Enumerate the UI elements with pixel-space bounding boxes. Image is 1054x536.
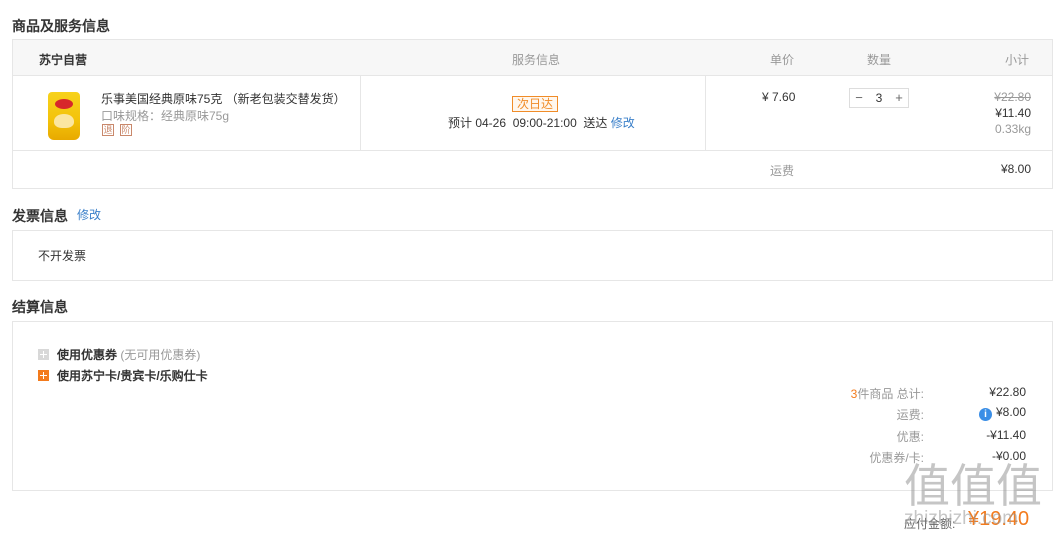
item-weight: 0.33kg	[994, 122, 1031, 136]
table-row: 乐事美国经典原味75克 （新老包装交替发货） 口味规格：经典原味75g 退 阶 …	[13, 76, 1052, 151]
use-card-option[interactable]: 使用苏宁卡/贵宾卡/乐购仕卡	[38, 367, 208, 384]
settle-freight-value: ¥8.00	[995, 405, 1026, 419]
header-quantity: 数量	[867, 53, 892, 67]
goods-table-header: 苏宁自营 服务信息 单价 数量 小计	[13, 40, 1052, 76]
edit-delivery-link[interactable]: 修改	[611, 116, 635, 130]
product-image[interactable]	[48, 92, 80, 140]
freight-label: 运费	[770, 164, 795, 178]
goods-section-title: 商品及服务信息	[12, 18, 110, 34]
expand-plus-icon	[38, 370, 49, 381]
invoice-section-title: 发票信息	[12, 208, 68, 224]
product-name[interactable]: 乐事美国经典原味75克 （新老包装交替发货）	[101, 90, 346, 107]
header-unit-price: 单价	[770, 53, 795, 67]
freight-value: ¥8.00	[1000, 162, 1031, 176]
items-total-value: ¥22.80	[989, 385, 1026, 399]
card-label: 使用苏宁卡/贵宾卡/乐购仕卡	[57, 369, 208, 383]
items-total-label: 3件商品 总计:	[851, 385, 924, 402]
freight-row: 运费 ¥8.00	[13, 152, 1052, 188]
delivery-eta: 预计 04-26 09:00-21:00 送达 修改	[448, 114, 635, 131]
payable-amount: ¥19.40	[968, 508, 1030, 530]
quantity-input[interactable]: 3	[868, 89, 890, 107]
discount-value: -¥11.40	[986, 428, 1026, 442]
use-coupon-option[interactable]: 使用优惠券 (无可用优惠券)	[38, 346, 200, 363]
delivery-eta-text: 预计 04-26 09:00-21:00 送达	[448, 116, 608, 130]
settle-freight: i ¥8.00	[978, 405, 1026, 421]
settlement-section-title: 结算信息	[12, 299, 68, 315]
divider	[360, 76, 361, 151]
invoice-value: 不开发票	[38, 249, 87, 263]
store-name: 苏宁自营	[39, 53, 88, 67]
increase-quantity-button[interactable]: +	[890, 89, 908, 107]
unit-price: ¥ 7.60	[762, 90, 796, 104]
quantity-stepper: − 3 +	[849, 88, 909, 108]
discount-label: 优惠:	[896, 430, 924, 444]
settle-freight-label: 运费:	[896, 408, 924, 422]
next-day-badge: 次日达	[512, 96, 559, 112]
coupon-card-value: -¥0.00	[991, 449, 1026, 463]
coupon-card-label: 优惠券/卡:	[869, 451, 924, 465]
info-icon[interactable]: i	[978, 408, 992, 421]
header-subtotal: 小计	[1004, 53, 1029, 67]
payable-label: 应付金额:	[904, 517, 956, 531]
items-total-text: 件商品 总计:	[857, 387, 924, 401]
divider	[705, 76, 706, 151]
coupon-label: 使用优惠券	[57, 348, 118, 362]
header-service: 服务信息	[512, 53, 561, 67]
price-protect-icon[interactable]: 阶	[120, 124, 132, 136]
settlement-box: 使用优惠券 (无可用优惠券) 使用苏宁卡/贵宾卡/乐购仕卡 3件商品 总计: ¥…	[12, 321, 1053, 491]
edit-invoice-link[interactable]: 修改	[77, 206, 101, 223]
coupon-note: (无可用优惠券)	[120, 348, 201, 362]
goods-table: 苏宁自营 服务信息 单价 数量 小计 乐事美国经典原味75克 （新老包装交替发货…	[12, 39, 1053, 189]
original-subtotal: ¥22.80	[994, 90, 1031, 104]
product-spec: 口味规格：经典原味75g	[101, 109, 230, 123]
return-service-icon[interactable]: 退	[102, 124, 114, 136]
invoice-box: 不开发票	[12, 230, 1053, 281]
decrease-quantity-button[interactable]: −	[850, 89, 868, 107]
expand-plus-icon	[38, 349, 49, 360]
subtotal: ¥11.40	[995, 106, 1031, 120]
